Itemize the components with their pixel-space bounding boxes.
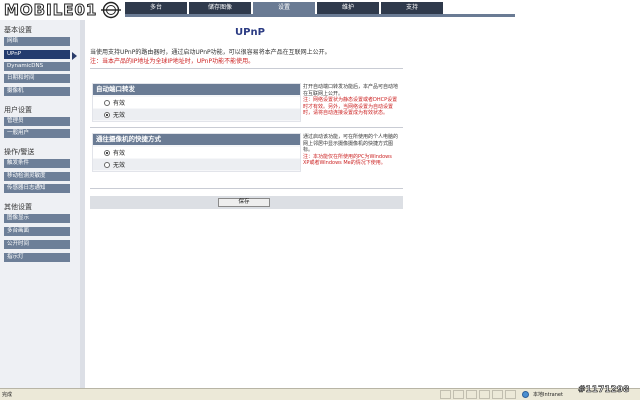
page-note: 注：当本产品的IP地址为全球IP地址时，UPnP功能不能使用。 — [90, 58, 255, 65]
sidebar-item-trigger[interactable]: 触发条件 — [4, 159, 70, 168]
port-forward-heading: 自动端口转发 — [93, 84, 300, 95]
tab-stored-images[interactable]: 储存图像 — [189, 2, 251, 14]
shortcut-help: 通过启动该功能，可在所使用的个人电脑的网上邻居中显示摄像摄像机的快捷方式图标。 … — [303, 134, 399, 167]
radio-label: 无效 — [113, 112, 126, 119]
sidebar-section-operation: 操作/警送 — [4, 148, 35, 156]
sidebar-item-upnp[interactable]: UPnP — [4, 50, 70, 59]
sidebar-item-admin[interactable]: 管理员 — [4, 117, 70, 126]
sidebar-item-multi-screen[interactable]: 多台画面 — [4, 227, 70, 236]
sidebar-item-camera[interactable]: 摄像机 — [4, 87, 70, 96]
shortcut-heading: 通往摄像机的快捷方式 — [93, 134, 300, 145]
brand-logo: MOBILE01 — [2, 0, 128, 20]
sidebar-item-general-user[interactable]: 一般用户 — [4, 129, 70, 138]
status-panel — [440, 390, 451, 399]
shortcut-panel: 通往摄像机的快捷方式 有效 无效 — [92, 133, 301, 172]
status-bar: 完成 本地Intranet — [0, 388, 640, 400]
port-forward-panel: 自动端口转发 有效 无效 — [92, 83, 301, 122]
status-panel — [479, 390, 490, 399]
status-text: 完成 — [2, 392, 13, 398]
sidebar-item-motion-sensitivity[interactable]: 移动检测灵敏度 — [4, 172, 70, 181]
tab-support[interactable]: 支持 — [381, 2, 443, 14]
sidebar-section-other: 其他设置 — [4, 203, 32, 211]
main-content: UPnP 当使用支持UPnP的路由器时，通过启动UPnP功能，可以很容易将本产品… — [85, 20, 640, 388]
radio-label: 无效 — [113, 162, 126, 169]
page-description: 当使用支持UPnP的路由器时，通过启动UPnP功能，可以很容易将本产品在互联网上… — [90, 49, 331, 56]
radio-button[interactable] — [104, 161, 110, 168]
divider — [90, 127, 403, 128]
radio-label: 有效 — [113, 100, 126, 107]
shortcut-option-disable[interactable]: 无效 — [93, 159, 300, 170]
watermark-text: #1171298 — [578, 385, 630, 396]
sidebar-section-basic: 基本设置 — [4, 26, 32, 34]
sidebar-item-indicator[interactable]: 指示灯 — [4, 253, 70, 262]
status-panel — [453, 390, 464, 399]
sidebar-item-datetime[interactable]: 日期和时间 — [4, 74, 70, 83]
radio-button-selected[interactable] — [104, 111, 110, 118]
help-note: 注：网络设置状为静态设置或者DHCP设置时才有效。另外，当网络设置为自动设置时，… — [303, 97, 398, 116]
radio-label: 有效 — [113, 150, 126, 157]
sidebar-item-sensor-log[interactable]: 传感器日志通知 — [4, 184, 70, 193]
sidebar-item-public-time[interactable]: 公开时间 — [4, 240, 70, 249]
logo-mark-icon — [101, 1, 121, 19]
security-zone-label: 本地Intranet — [533, 392, 563, 398]
radio-button-selected[interactable] — [104, 149, 110, 156]
port-forward-option-disable[interactable]: 无效 — [93, 109, 300, 120]
active-arrow-icon — [72, 52, 77, 60]
status-panel — [466, 390, 477, 399]
tab-maintenance[interactable]: 维护 — [317, 2, 379, 14]
globe-icon — [522, 391, 529, 398]
status-panel — [505, 390, 516, 399]
save-button[interactable]: 保存 — [218, 198, 270, 207]
page-title: UPnP — [235, 27, 265, 38]
radio-button[interactable] — [104, 99, 110, 106]
top-header: MOBILE01 多台 储存图像 设置 维护 支持 — [0, 0, 640, 20]
help-text: 通过启动该功能，可在所使用的个人电脑的网上邻居中显示摄像摄像机的快捷方式图标。 — [303, 134, 399, 153]
port-forward-option-enable[interactable]: 有效 — [93, 97, 300, 108]
tab-multi[interactable]: 多台 — [125, 2, 187, 14]
main-tabs: 多台 储存图像 设置 维护 支持 — [125, 2, 445, 14]
save-bar: 保存 — [90, 196, 403, 209]
divider — [90, 188, 403, 189]
tab-divider — [125, 14, 515, 17]
port-forward-help: 打开自动端口转发功能后，本产品可自动地在互联网上公开。 注：网络设置状为静态设置… — [303, 84, 399, 117]
sidebar-item-dynamicdns[interactable]: DynamicDNS — [4, 62, 70, 71]
sidebar-item-network[interactable]: 网络 — [4, 37, 70, 46]
status-panel — [492, 390, 503, 399]
sidebar-item-image-display[interactable]: 图像显示 — [4, 214, 70, 223]
help-text: 打开自动端口转发功能后，本产品可自动地在互联网上公开。 — [303, 84, 399, 97]
tab-settings[interactable]: 设置 — [253, 2, 315, 14]
logo-text: MOBILE01 — [3, 1, 98, 20]
help-note: 注：本功能仅在所使用的PC为Windows XP或者Windows Me的情况下… — [303, 153, 392, 167]
divider — [90, 68, 403, 69]
sidebar-section-users: 用户设置 — [4, 106, 32, 114]
shortcut-option-enable[interactable]: 有效 — [93, 147, 300, 158]
